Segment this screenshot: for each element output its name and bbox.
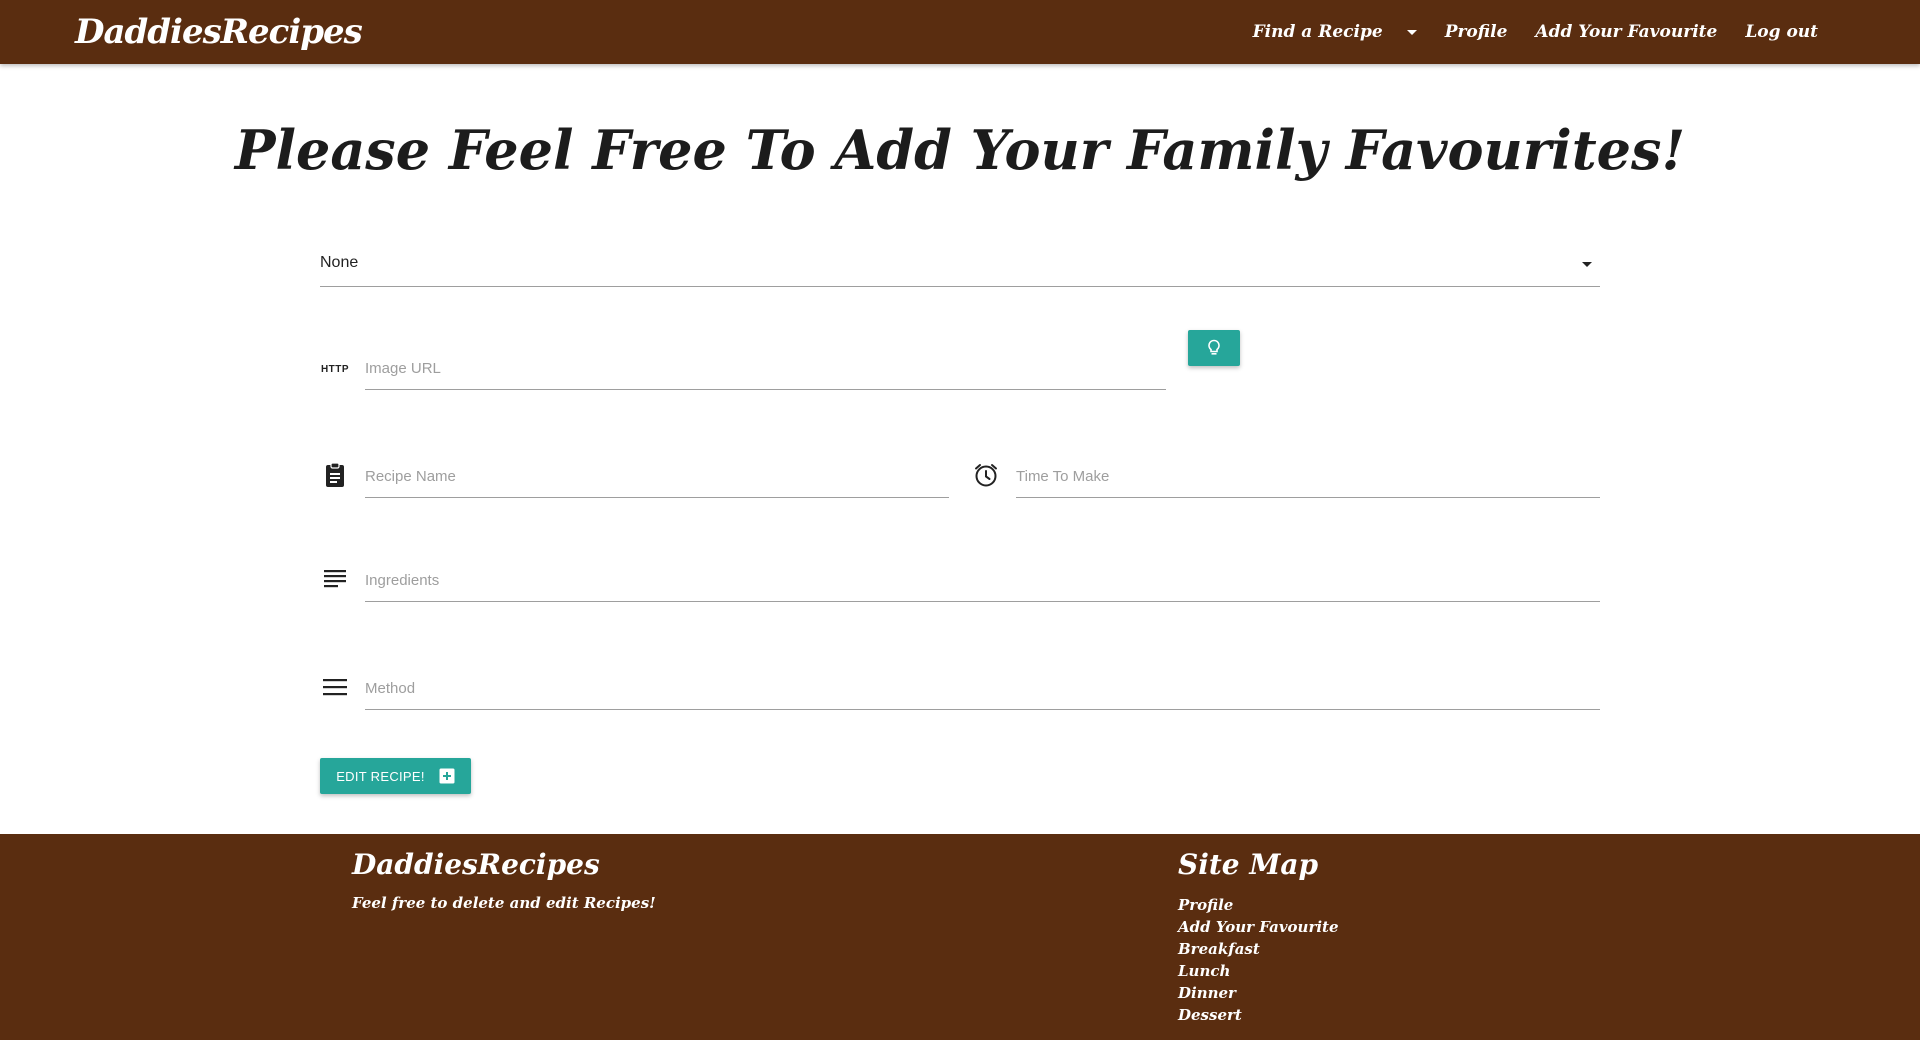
top-navbar: DaddiesRecipes Find a Recipe Profile Add…	[0, 0, 1920, 64]
sitemap-list: Profile Add Your Favourite Breakfast Lun…	[1178, 894, 1339, 1026]
edit-recipe-button[interactable]: EDIT RECIPE!	[320, 758, 471, 794]
ingredients-input[interactable]	[365, 560, 1600, 602]
sitemap-link-add-favourite[interactable]: Add Your Favourite	[1178, 916, 1339, 938]
nav-find-recipe-label: Find a Recipe	[1252, 22, 1383, 42]
brand-logo[interactable]: DaddiesRecipes	[75, 12, 363, 52]
page-title: Please Feel Free To Add Your Family Favo…	[234, 118, 1686, 182]
time-to-make-input[interactable]	[1016, 456, 1600, 498]
sitemap-title: Site Map	[1178, 848, 1319, 881]
image-url-input[interactable]	[365, 348, 1166, 390]
category-select-value: None	[320, 254, 359, 271]
footer-tagline: Feel free to delete and edit Recipes!	[352, 894, 656, 912]
page-footer: DaddiesRecipes Feel free to delete and e…	[0, 834, 1920, 1040]
menu-lines-icon	[320, 672, 350, 702]
nav-links: Find a Recipe Profile Add Your Favourite…	[1239, 0, 1832, 64]
edit-recipe-label: EDIT RECIPE!	[336, 768, 425, 784]
sitemap-link-profile[interactable]: Profile	[1178, 894, 1339, 916]
nav-logout-link[interactable]: Log out	[1731, 22, 1832, 42]
caret-down-icon	[1582, 262, 1592, 267]
preview-image-button[interactable]	[1188, 330, 1240, 366]
nav-add-favourite-link[interactable]: Add Your Favourite	[1521, 22, 1731, 42]
recipe-name-input[interactable]	[365, 456, 949, 498]
clipboard-icon	[320, 460, 350, 490]
sitemap-link-lunch[interactable]: Lunch	[1178, 960, 1339, 982]
caret-down-icon	[1406, 29, 1417, 35]
http-prefix-label: HTTP	[320, 363, 350, 375]
lightbulb-icon	[1208, 339, 1220, 355]
sitemap-link-dinner[interactable]: Dinner	[1178, 982, 1339, 1004]
category-select[interactable]: None	[320, 246, 1600, 287]
alarm-clock-icon	[971, 460, 1001, 490]
add-box-icon	[439, 768, 455, 784]
nav-find-recipe-dropdown[interactable]: Find a Recipe	[1239, 22, 1431, 42]
sitemap-link-dessert[interactable]: Dessert	[1178, 1004, 1339, 1026]
subject-icon	[320, 564, 350, 594]
method-input[interactable]	[365, 668, 1600, 710]
sitemap-link-breakfast[interactable]: Breakfast	[1178, 938, 1339, 960]
footer-brand: DaddiesRecipes	[352, 848, 600, 881]
http-icon: HTTP	[320, 354, 350, 384]
nav-profile-link[interactable]: Profile	[1431, 22, 1522, 42]
